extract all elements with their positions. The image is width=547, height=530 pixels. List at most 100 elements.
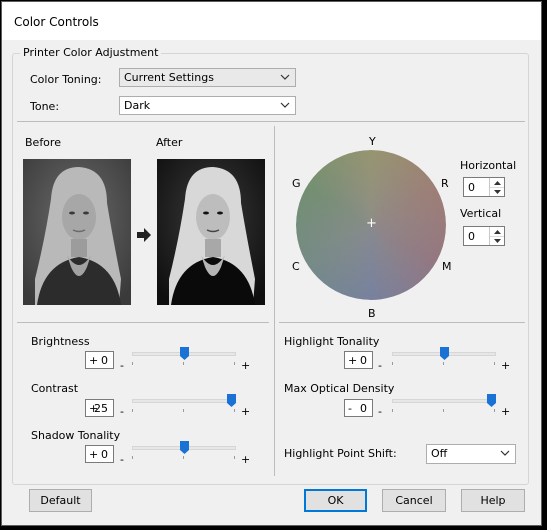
triangle-up-icon bbox=[493, 180, 501, 185]
highlight-tonality-minus: - bbox=[378, 359, 382, 372]
max-optical-density-label: Max Optical Density bbox=[284, 382, 395, 395]
before-label: Before bbox=[25, 136, 61, 149]
wheel-center-crosshair: + bbox=[366, 216, 377, 231]
tone-label: Tone: bbox=[30, 100, 60, 113]
slider-tick bbox=[234, 362, 235, 365]
color-toning-label: Color Toning: bbox=[30, 73, 102, 86]
vertical-value: 0 bbox=[468, 230, 475, 243]
shadow-tonality-label: Shadow Tonality bbox=[31, 429, 121, 442]
wheel-label-blue: B bbox=[368, 307, 376, 320]
spin-down-button[interactable] bbox=[490, 187, 504, 196]
max-optical-density-value: 0 bbox=[360, 402, 367, 415]
separator-left-middle bbox=[17, 322, 269, 323]
max-optical-density-sign: - bbox=[348, 402, 352, 415]
help-button[interactable]: Help bbox=[461, 489, 525, 512]
ok-button[interactable]: OK bbox=[304, 489, 367, 512]
brightness-sign: + bbox=[89, 354, 99, 367]
color-wheel[interactable]: + bbox=[296, 150, 446, 300]
contrast-label: Contrast bbox=[31, 382, 79, 395]
brightness-plus: + bbox=[241, 359, 251, 372]
shadow-tonality-sign: + bbox=[89, 448, 99, 461]
slider-tick bbox=[443, 409, 444, 412]
tone-value: Dark bbox=[124, 99, 151, 112]
highlight-point-shift-dropdown[interactable]: Off bbox=[426, 444, 516, 464]
slider-tick bbox=[234, 409, 235, 412]
wheel-label-cyan: C bbox=[292, 260, 300, 273]
contrast-plus: + bbox=[241, 405, 251, 418]
slider-tick bbox=[494, 362, 495, 365]
triangle-down-icon bbox=[493, 189, 501, 194]
max-optical-density-input[interactable]: - 0 bbox=[344, 399, 373, 417]
contrast-minus: - bbox=[120, 405, 124, 418]
slider-thumb[interactable] bbox=[439, 347, 449, 360]
separator-right-middle bbox=[279, 322, 525, 323]
max-optical-density-slider[interactable] bbox=[392, 399, 496, 403]
wheel-label-green: G bbox=[292, 177, 301, 190]
slider-thumb[interactable] bbox=[227, 394, 236, 407]
horizontal-value: 0 bbox=[468, 181, 475, 194]
wheel-label-magenta: M bbox=[442, 260, 452, 273]
shadow-tonality-minus: - bbox=[120, 453, 124, 466]
separator-top bbox=[17, 121, 525, 122]
slider-tick bbox=[183, 456, 184, 459]
spin-down-button[interactable] bbox=[490, 236, 504, 245]
dialog-title: Color Controls bbox=[14, 15, 99, 29]
after-preview-image bbox=[157, 159, 265, 305]
highlight-tonality-label: Highlight Tonality bbox=[284, 335, 380, 348]
chevron-down-icon bbox=[500, 450, 510, 456]
slider-tick bbox=[132, 362, 133, 365]
vertical-label: Vertical bbox=[460, 207, 502, 220]
shadow-tonality-value: 0 bbox=[101, 448, 108, 461]
slider-thumb[interactable] bbox=[487, 394, 496, 407]
group-title: Printer Color Adjustment bbox=[20, 46, 162, 59]
contrast-input[interactable]: + 25 bbox=[85, 399, 114, 417]
arrow-right-icon bbox=[137, 228, 151, 242]
color-controls-dialog: Color Controls Printer Color Adjustment … bbox=[1, 1, 542, 526]
color-toning-value: Current Settings bbox=[124, 71, 214, 84]
slider-tick bbox=[132, 456, 133, 459]
chevron-down-icon bbox=[280, 74, 290, 80]
default-button[interactable]: Default bbox=[29, 489, 92, 512]
cancel-button[interactable]: Cancel bbox=[382, 489, 446, 512]
slider-tick bbox=[234, 456, 235, 459]
slider-tick bbox=[443, 362, 444, 365]
color-toning-dropdown[interactable]: Current Settings bbox=[119, 68, 296, 87]
slider-tick bbox=[392, 362, 393, 365]
highlight-point-shift-value: Off bbox=[431, 447, 448, 460]
triangle-up-icon bbox=[493, 229, 501, 234]
separator-vertical bbox=[274, 126, 275, 476]
brightness-input[interactable]: + 0 bbox=[85, 351, 114, 369]
slider-tick bbox=[183, 362, 184, 365]
wheel-label-yellow: Y bbox=[369, 135, 376, 148]
brightness-value: 0 bbox=[101, 354, 108, 367]
slider-thumb[interactable] bbox=[179, 347, 189, 360]
highlight-tonality-sign: + bbox=[348, 354, 358, 367]
brightness-label: Brightness bbox=[31, 335, 90, 348]
highlight-point-shift-label: Highlight Point Shift: bbox=[284, 447, 397, 460]
vertical-spinner-buttons bbox=[489, 227, 504, 245]
slider-tick bbox=[132, 409, 133, 412]
highlight-tonality-value: 0 bbox=[360, 354, 367, 367]
highlight-tonality-plus: + bbox=[501, 359, 511, 372]
slider-thumb[interactable] bbox=[179, 441, 189, 454]
wheel-label-red: R bbox=[441, 177, 449, 190]
horizontal-spinner-buttons bbox=[489, 178, 504, 196]
contrast-value: 25 bbox=[94, 402, 108, 415]
tone-dropdown[interactable]: Dark bbox=[119, 96, 296, 115]
vertical-spinner[interactable]: 0 bbox=[463, 226, 505, 246]
shadow-tonality-input[interactable]: + 0 bbox=[85, 445, 114, 463]
slider-tick bbox=[392, 409, 393, 412]
slider-tick bbox=[183, 409, 184, 412]
before-preview-image bbox=[23, 159, 131, 305]
chevron-down-icon bbox=[280, 102, 290, 108]
horizontal-label: Horizontal bbox=[460, 159, 517, 172]
max-optical-density-minus: - bbox=[378, 405, 382, 418]
slider-tick bbox=[494, 409, 495, 412]
triangle-down-icon bbox=[493, 238, 501, 243]
horizontal-spinner[interactable]: 0 bbox=[463, 177, 505, 197]
max-optical-density-plus: + bbox=[501, 405, 511, 418]
highlight-tonality-input[interactable]: + 0 bbox=[344, 351, 373, 369]
after-label: After bbox=[156, 136, 183, 149]
brightness-minus: - bbox=[120, 359, 124, 372]
contrast-slider[interactable] bbox=[132, 399, 236, 403]
